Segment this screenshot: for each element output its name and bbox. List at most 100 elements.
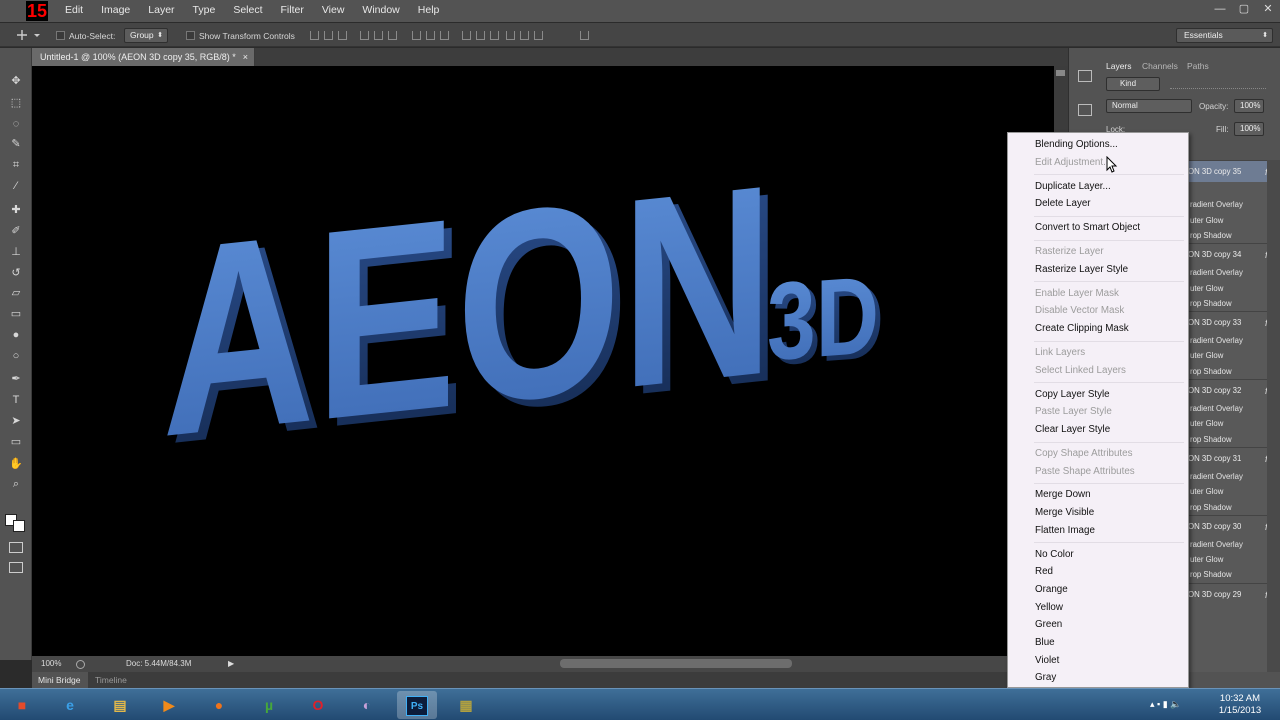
photoshop-icon[interactable]: Ps bbox=[397, 691, 437, 719]
align-option-icon[interactable] bbox=[476, 31, 485, 40]
menu-item-gray[interactable]: Gray bbox=[1035, 669, 1056, 686]
tab-timeline[interactable]: Timeline bbox=[95, 672, 127, 688]
dodge-tool-icon[interactable]: ○ bbox=[8, 349, 24, 363]
menu-item-merge-down[interactable]: Merge Down bbox=[1035, 486, 1091, 503]
brush-tool-icon[interactable]: ✐ bbox=[8, 224, 24, 238]
hand-tool-icon[interactable]: ✋ bbox=[8, 457, 24, 471]
align-option-icon[interactable] bbox=[534, 31, 543, 40]
opera-icon[interactable]: O bbox=[298, 691, 338, 719]
auto-select-dropdown[interactable]: Group ⬍ bbox=[124, 28, 168, 43]
healing-brush-icon[interactable]: ✚ bbox=[8, 203, 24, 217]
menu-item-clear-layer-style[interactable]: Clear Layer Style bbox=[1035, 421, 1110, 438]
status-menu-icon[interactable] bbox=[76, 660, 85, 669]
menu-edit[interactable]: Edit bbox=[56, 4, 92, 16]
menu-image[interactable]: Image bbox=[92, 4, 139, 16]
explorer-icon[interactable]: ▤ bbox=[100, 691, 140, 719]
align-option-icon[interactable] bbox=[490, 31, 499, 40]
align-option-icon[interactable] bbox=[374, 31, 383, 40]
eraser-tool-icon[interactable]: ▱ bbox=[8, 286, 24, 300]
tab-channels[interactable]: Channels bbox=[1142, 61, 1178, 71]
opacity-input[interactable]: 100% bbox=[1234, 99, 1264, 113]
eyedropper-tool-icon[interactable]: ⁄ bbox=[8, 179, 24, 193]
menu-item-rasterize-layer-style[interactable]: Rasterize Layer Style bbox=[1035, 261, 1128, 278]
align-option-icon[interactable] bbox=[412, 31, 421, 40]
scroll-up-arrow-icon[interactable] bbox=[1056, 70, 1065, 76]
type-tool-icon[interactable]: T bbox=[8, 393, 24, 407]
screen-mode-icon[interactable] bbox=[9, 562, 23, 573]
auto-select-checkbox[interactable] bbox=[56, 31, 65, 40]
zoom-tool-icon[interactable]: ⌕ bbox=[8, 477, 24, 491]
quick-mask-icon[interactable] bbox=[9, 542, 23, 553]
maximize-button[interactable]: ▢ bbox=[1232, 0, 1256, 18]
menu-item-duplicate-layer[interactable]: Duplicate Layer... bbox=[1035, 178, 1111, 195]
pen-tool-icon[interactable]: ✒ bbox=[8, 372, 24, 386]
status-arrow-icon[interactable]: ▶ bbox=[228, 656, 234, 672]
archive-icon[interactable]: ▦ bbox=[446, 691, 486, 719]
menu-item-orange[interactable]: Orange bbox=[1035, 581, 1068, 598]
document-tab-close-icon[interactable]: × bbox=[243, 48, 248, 66]
menu-item-copy-layer-style[interactable]: Copy Layer Style bbox=[1035, 386, 1110, 403]
align-option-icon[interactable] bbox=[426, 31, 435, 40]
system-tray-icons[interactable]: ▴ ▪ ▮ 🔈 bbox=[1150, 699, 1202, 709]
blur-tool-icon[interactable]: ● bbox=[8, 328, 24, 342]
menu-item-no-color[interactable]: No Color bbox=[1035, 546, 1074, 563]
properties-panel-icon[interactable] bbox=[1078, 104, 1092, 116]
lasso-tool-icon[interactable]: ◌ bbox=[8, 117, 24, 131]
history-brush-icon[interactable]: ↺ bbox=[8, 266, 24, 280]
firefox-icon[interactable]: ● bbox=[199, 691, 239, 719]
shape-tool-icon[interactable]: ▭ bbox=[8, 435, 24, 449]
clone-stamp-icon[interactable]: ⊥ bbox=[8, 245, 24, 259]
menu-layer[interactable]: Layer bbox=[139, 4, 183, 16]
menu-item-red[interactable]: Red bbox=[1035, 563, 1053, 580]
path-select-icon[interactable]: ➤ bbox=[8, 414, 24, 428]
menu-item-convert-to-smart-object[interactable]: Convert to Smart Object bbox=[1035, 219, 1140, 236]
horizontal-scroll-thumb[interactable] bbox=[560, 659, 792, 668]
ie-icon[interactable]: e bbox=[50, 691, 90, 719]
gradient-tool-icon[interactable]: ▭ bbox=[8, 307, 24, 321]
tab-mini-bridge[interactable]: Mini Bridge bbox=[32, 672, 88, 688]
zoom-level[interactable]: 100% bbox=[41, 656, 61, 672]
filter-icons[interactable] bbox=[1170, 79, 1266, 89]
align-option-icon[interactable] bbox=[520, 31, 529, 40]
workspace-dropdown[interactable]: Essentials ⬍ bbox=[1176, 28, 1273, 43]
taskbar-clock[interactable]: 10:32 AM 1/15/2013 bbox=[1210, 693, 1270, 717]
background-color-swatch[interactable] bbox=[13, 520, 25, 532]
move-tool-icon[interactable]: ✥ bbox=[8, 74, 24, 88]
quick-select-tool-icon[interactable]: ✎ bbox=[8, 137, 24, 151]
align-option-icon[interactable] bbox=[338, 31, 347, 40]
fill-input[interactable]: 100% bbox=[1234, 122, 1264, 136]
move-tool-preset-icon[interactable] bbox=[16, 29, 42, 41]
align-option-icon[interactable] bbox=[310, 31, 319, 40]
menu-window[interactable]: Window bbox=[353, 4, 408, 16]
paint-icon[interactable]: ◐ bbox=[347, 691, 387, 719]
menu-item-create-clipping-mask[interactable]: Create Clipping Mask bbox=[1035, 320, 1129, 337]
menu-item-blue[interactable]: Blue bbox=[1035, 634, 1055, 651]
kind-filter-dropdown[interactable]: Kind bbox=[1106, 77, 1160, 91]
align-option-icon[interactable] bbox=[324, 31, 333, 40]
align-option-icon[interactable] bbox=[462, 31, 471, 40]
align-option-icon[interactable] bbox=[440, 31, 449, 40]
history-panel-icon[interactable] bbox=[1078, 70, 1092, 82]
menu-item-violet[interactable]: Violet bbox=[1035, 652, 1059, 669]
close-button[interactable]: ✕ bbox=[1256, 0, 1280, 18]
menu-item-yellow[interactable]: Yellow bbox=[1035, 599, 1063, 616]
blend-mode-dropdown[interactable]: Normal bbox=[1106, 99, 1192, 113]
menu-item-flatten-image[interactable]: Flatten Image bbox=[1035, 522, 1095, 539]
menu-item-merge-visible[interactable]: Merge Visible bbox=[1035, 504, 1094, 521]
align-option-icon[interactable] bbox=[360, 31, 369, 40]
align-option-icon[interactable] bbox=[388, 31, 397, 40]
menu-type[interactable]: Type bbox=[184, 4, 225, 16]
document-tab[interactable]: Untitled-1 @ 100% (AEON 3D copy 35, RGB/… bbox=[32, 48, 255, 66]
marquee-tool-icon[interactable]: ⬚ bbox=[8, 96, 24, 110]
menu-item-green[interactable]: Green bbox=[1035, 616, 1062, 633]
menu-item-blending-options[interactable]: Blending Options... bbox=[1035, 136, 1118, 153]
menu-view[interactable]: View bbox=[313, 4, 354, 16]
tab-paths[interactable]: Paths bbox=[1187, 61, 1209, 71]
layers-scrollbar[interactable] bbox=[1267, 160, 1280, 672]
media-player-icon[interactable]: ▶ bbox=[149, 691, 189, 719]
show-transform-checkbox[interactable] bbox=[186, 31, 195, 40]
menu-filter[interactable]: Filter bbox=[272, 4, 313, 16]
align-option-icon[interactable] bbox=[506, 31, 515, 40]
align-option-icon[interactable] bbox=[580, 31, 589, 40]
menu-select[interactable]: Select bbox=[224, 4, 271, 16]
